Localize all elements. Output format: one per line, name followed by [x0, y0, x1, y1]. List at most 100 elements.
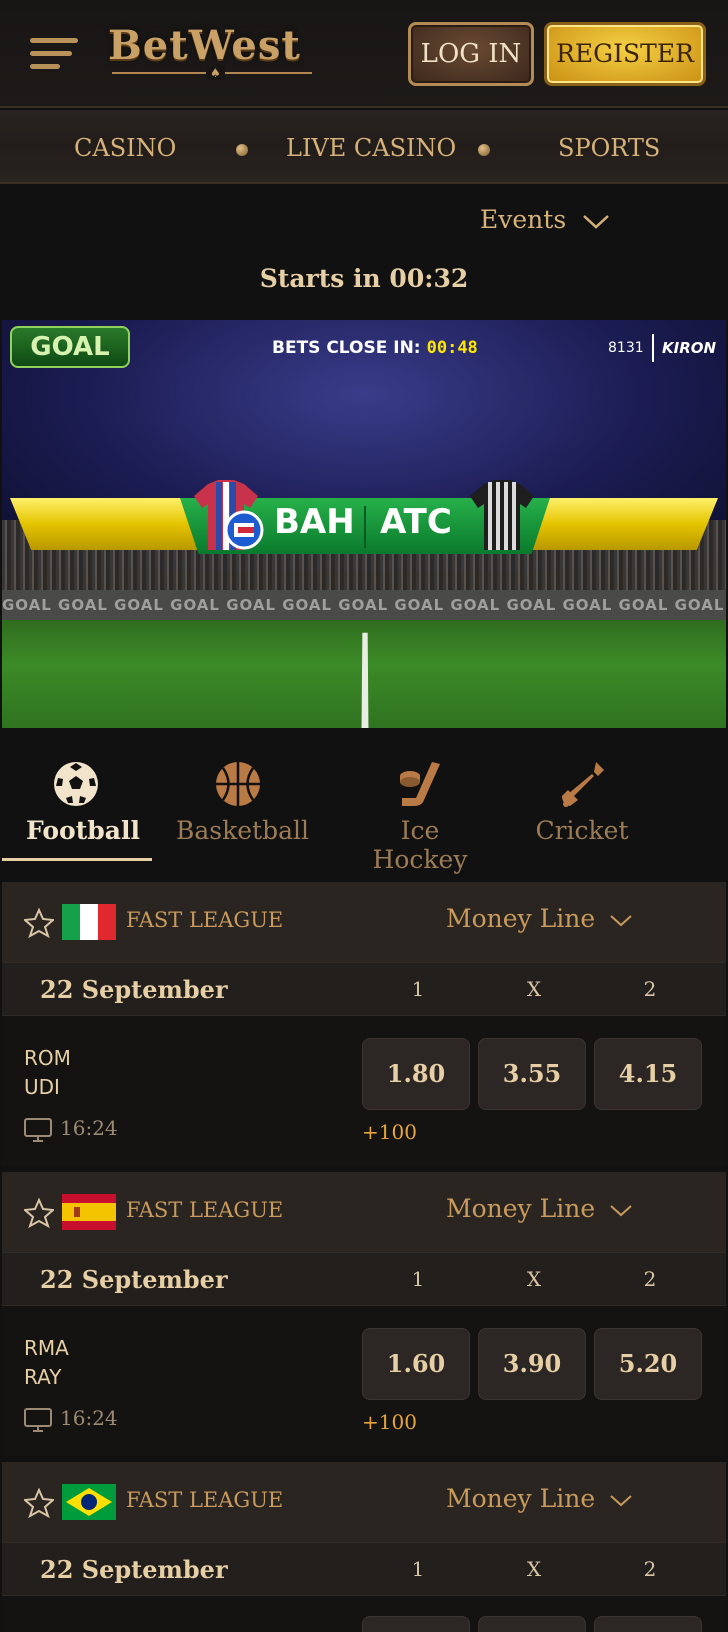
odd-away-button[interactable]: 4.15: [594, 1038, 702, 1110]
date-row: 22 September 1 X 2: [2, 1252, 726, 1306]
tab-label: Ice Hockey: [372, 816, 468, 874]
market-selector[interactable]: Money Line: [446, 904, 633, 933]
market-label: Money Line: [446, 904, 596, 933]
tab-label: Football: [26, 816, 140, 845]
chevron-down-icon: [583, 214, 609, 229]
register-button[interactable]: REGISTER: [544, 22, 706, 86]
header: BetWest ♠ LOG IN REGISTER: [0, 0, 728, 108]
odd-draw-button[interactable]: 3.90: [478, 1328, 586, 1400]
goal-logo: GOAL: [10, 326, 130, 368]
odd-away-button[interactable]: [594, 1616, 702, 1632]
column-draw: X: [526, 977, 542, 1001]
provider-logo: KIRON: [652, 334, 716, 362]
league-name: FAST LEAGUE: [126, 1488, 284, 1512]
spain-flag-icon: [62, 1194, 116, 1230]
home-team-code: BAH: [274, 502, 355, 542]
cricket-bat-icon: [562, 762, 604, 807]
spade-icon: ♠: [206, 66, 225, 80]
virtual-match-banner[interactable]: GOAL GOAL GOAL GOAL GOAL GOAL GOAL GOAL …: [2, 320, 726, 728]
league-header: FAST LEAGUE Money Line: [2, 1462, 726, 1542]
brand-name: BetWest: [108, 22, 301, 69]
match-time: 16:24: [60, 1406, 118, 1430]
match-date: 22 September: [40, 1265, 228, 1294]
market-label: Money Line: [446, 1194, 596, 1223]
match-row[interactable]: [2, 1596, 726, 1632]
league-name: FAST LEAGUE: [126, 1198, 284, 1222]
events-dropdown[interactable]: Events: [480, 205, 610, 234]
italy-flag-icon: [62, 904, 116, 940]
team-separator: [364, 506, 366, 548]
menu-icon[interactable]: [30, 38, 78, 70]
match-date: 22 September: [40, 1555, 228, 1584]
column-draw: X: [526, 1267, 542, 1291]
tab-ice-hockey[interactable]: Ice Hockey: [350, 760, 490, 874]
odd-home-button[interactable]: 1.60: [362, 1328, 470, 1400]
away-team-code: ATC: [380, 502, 452, 542]
away-team: UDI: [24, 1075, 60, 1099]
tab-label: Basketball: [176, 816, 309, 845]
league-header: FAST LEAGUE Money Line: [2, 1172, 726, 1252]
chevron-down-icon: [610, 1494, 632, 1506]
more-markets-link[interactable]: +100: [362, 1120, 417, 1144]
soccer-ball-icon: [54, 762, 98, 806]
login-button[interactable]: LOG IN: [408, 22, 534, 86]
column-away: 2: [643, 1267, 657, 1291]
tab-basketball[interactable]: Basketball: [176, 760, 309, 845]
favorite-star-icon[interactable]: [24, 1198, 54, 1228]
odd-home-button[interactable]: 1.80: [362, 1038, 470, 1110]
starts-in-timer: Starts in 00:32: [259, 264, 469, 293]
nav-separator-dot: [478, 144, 490, 156]
tab-cricket[interactable]: Cricket: [534, 760, 630, 845]
nav-live-casino[interactable]: LIVE CASINO: [286, 110, 456, 184]
brazil-flag-icon: [62, 1484, 116, 1520]
chevron-down-icon: [610, 914, 632, 926]
bets-close-time: 00:48: [426, 338, 478, 358]
active-tab-indicator: [2, 858, 152, 861]
column-home: 1: [411, 1267, 425, 1291]
bets-close-label: BETS CLOSE IN:: [272, 338, 421, 358]
odd-draw-button[interactable]: 3.55: [478, 1038, 586, 1110]
match-date: 22 September: [40, 975, 228, 1004]
column-home: 1: [411, 977, 425, 1001]
odd-away-button[interactable]: 5.20: [594, 1328, 702, 1400]
away-shirt-icon: [470, 480, 534, 550]
home-team: ROM: [24, 1046, 71, 1070]
nav-casino[interactable]: CASINO: [74, 110, 176, 184]
league-header: FAST LEAGUE Money Line: [2, 882, 726, 962]
event-number: 8131: [608, 340, 644, 356]
match-row[interactable]: RMA RAY 16:24 1.60 3.90 5.20 +100: [2, 1306, 726, 1456]
tv-icon: [24, 1118, 52, 1142]
tab-football[interactable]: Football: [26, 760, 140, 845]
pitch-center-line: [361, 632, 369, 728]
column-draw: X: [526, 1557, 542, 1581]
league-name: FAST LEAGUE: [126, 908, 284, 932]
home-crest-icon: [224, 510, 264, 550]
odd-home-button[interactable]: [362, 1616, 470, 1632]
favorite-star-icon[interactable]: [24, 1488, 54, 1518]
more-markets-link[interactable]: +100: [362, 1410, 417, 1434]
tab-label: Cricket: [535, 816, 629, 845]
column-home: 1: [411, 1557, 425, 1581]
match-time: 16:24: [60, 1116, 118, 1140]
market-selector[interactable]: Money Line: [446, 1194, 633, 1223]
date-row: 22 September 1 X 2: [2, 962, 726, 1016]
home-team: RMA: [24, 1336, 69, 1360]
main-nav: CASINO LIVE CASINO SPORTS: [0, 110, 728, 184]
advertising-board: GOAL GOAL GOAL GOAL GOAL GOAL GOAL GOAL …: [2, 590, 726, 620]
market-label: Money Line: [446, 1484, 596, 1513]
favorite-star-icon[interactable]: [24, 908, 54, 938]
column-away: 2: [643, 977, 657, 1001]
hockey-stick-icon: [400, 762, 440, 806]
nav-separator-dot: [236, 144, 248, 156]
away-team: RAY: [24, 1365, 62, 1389]
events-label: Events: [480, 205, 567, 234]
match-row[interactable]: ROM UDI 16:24 1.80 3.55 4.15 +100: [2, 1016, 726, 1166]
market-selector[interactable]: Money Line: [446, 1484, 633, 1513]
odd-draw-button[interactable]: [478, 1616, 586, 1632]
basketball-icon: [216, 762, 260, 806]
brand-logo[interactable]: BetWest ♠: [108, 22, 318, 82]
date-row: 22 September 1 X 2: [2, 1542, 726, 1596]
tv-icon: [24, 1408, 52, 1432]
column-away: 2: [643, 1557, 657, 1581]
nav-sports[interactable]: SPORTS: [558, 110, 660, 184]
